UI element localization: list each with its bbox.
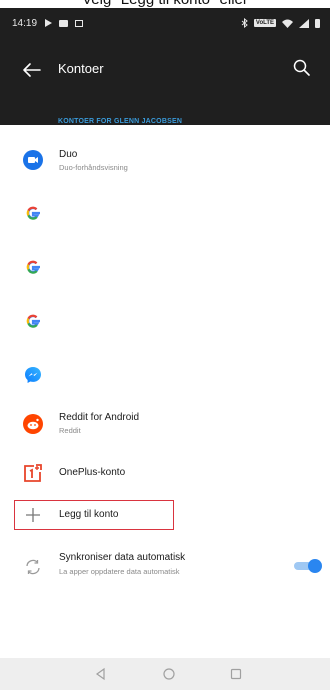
back-button[interactable] xyxy=(20,58,44,82)
status-bar: 14:19 VoLTE xyxy=(12,12,320,34)
sync-icon xyxy=(26,559,40,575)
nav-recents-button[interactable] xyxy=(228,666,244,682)
top-bar: 14:19 VoLTE Kontoer xyxy=(0,8,330,125)
account-row-oneplus[interactable]: OnePlus-konto xyxy=(0,458,330,488)
status-right: VoLTE xyxy=(241,18,320,28)
account-subtitle: Reddit xyxy=(59,426,81,435)
account-row-google[interactable] xyxy=(0,252,330,282)
plus-icon xyxy=(26,508,40,522)
home-circle-icon xyxy=(163,668,175,680)
system-nav-bar xyxy=(0,658,330,690)
oneplus-icon xyxy=(24,464,42,482)
nav-home-button[interactable] xyxy=(161,666,177,682)
bluetooth-icon xyxy=(241,18,248,28)
toggle-thumb xyxy=(308,559,322,573)
caption-text: Velg "Legg til konto" eller xyxy=(0,0,330,8)
page-title: Kontoer xyxy=(58,61,104,76)
status-time: 14:19 xyxy=(12,17,38,29)
account-row-reddit[interactable]: Reddit for Android Reddit xyxy=(0,405,330,449)
google-icon xyxy=(26,206,40,220)
sync-toggle[interactable] xyxy=(292,559,322,573)
image-caption: Velg "Legg til konto" eller xyxy=(0,0,330,8)
sync-row[interactable]: Synkroniser data automatisk La apper opp… xyxy=(0,549,330,585)
sync-subtitle: La apper oppdatere data automatisk xyxy=(59,567,180,576)
back-triangle-icon xyxy=(95,667,105,681)
account-row-google[interactable] xyxy=(0,198,330,228)
app-bar: Kontoer xyxy=(0,52,330,92)
messenger-icon xyxy=(25,367,41,383)
wifi-icon xyxy=(282,19,293,28)
battery-icon xyxy=(315,18,320,28)
reddit-icon xyxy=(23,414,43,434)
nav-back-button[interactable] xyxy=(93,666,109,682)
gallery-icon xyxy=(59,19,69,27)
account-title: Reddit for Android xyxy=(59,412,140,423)
google-icon xyxy=(26,314,40,328)
sync-title: Synkroniser data automatisk xyxy=(59,552,186,563)
back-arrow-icon xyxy=(23,63,41,77)
google-icon xyxy=(26,260,40,274)
recents-square-icon xyxy=(230,668,242,680)
volte-badge: VoLTE xyxy=(253,19,276,27)
play-icon xyxy=(45,19,53,27)
account-title: Duo xyxy=(59,149,78,160)
section-header: KONTOER FOR GLENN JACOBSEN xyxy=(58,118,183,125)
add-account-label: Legg til konto xyxy=(59,509,119,520)
account-title: OnePlus-konto xyxy=(59,467,126,478)
add-account-button[interactable]: Legg til konto xyxy=(0,502,330,528)
account-row-duo[interactable]: Duo Duo-forhåndsvisning xyxy=(0,142,330,186)
search-button[interactable] xyxy=(290,56,314,80)
screenshot-icon xyxy=(75,19,84,27)
signal-icon xyxy=(299,18,309,28)
account-row-google[interactable] xyxy=(0,306,330,336)
duo-icon xyxy=(23,150,43,170)
search-icon xyxy=(293,59,310,76)
account-row-messenger[interactable] xyxy=(0,360,330,390)
account-subtitle: Duo-forhåndsvisning xyxy=(59,163,128,172)
